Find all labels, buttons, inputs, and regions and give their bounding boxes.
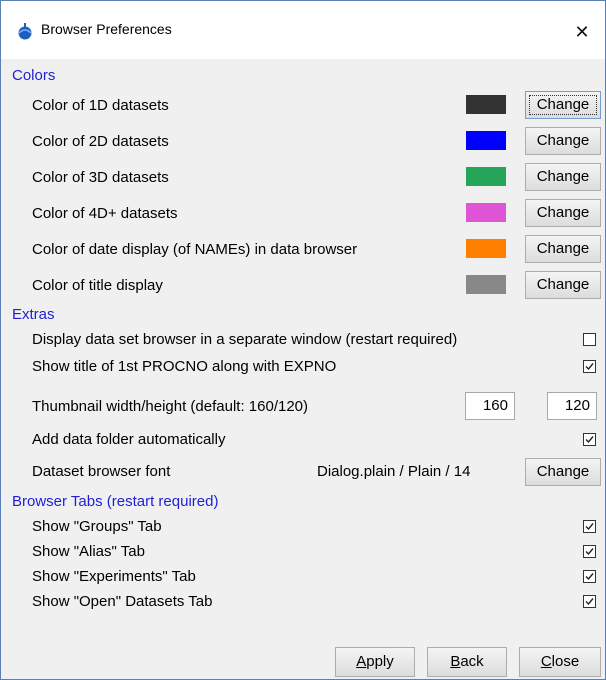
apply-button[interactable]: Apply — [335, 647, 415, 677]
browser-font-label: Dataset browser font — [32, 463, 171, 480]
groups-tab-checkbox[interactable] — [583, 520, 596, 533]
thumbnail-width-input[interactable]: 160 — [465, 392, 515, 420]
close-button[interactable]: Close — [519, 647, 601, 677]
add-folder-checkbox[interactable] — [583, 433, 596, 446]
color-2d-swatch — [466, 131, 506, 150]
browser-font-value: Dialog.plain / Plain / 14 — [317, 463, 471, 480]
back-mnemonic: B — [450, 653, 461, 670]
app-icon — [18, 23, 32, 40]
color-date-swatch — [466, 239, 506, 258]
title-bar: Browser Preferences ✕ — [1, 1, 605, 59]
alias-tab-checkbox[interactable] — [583, 545, 596, 558]
color-1d-label: Color of 1D datasets — [32, 97, 169, 114]
color-4d-swatch — [466, 203, 506, 222]
separate-window-checkbox[interactable] — [583, 333, 596, 346]
color-2d-label: Color of 2D datasets — [32, 133, 169, 150]
show-title-label: Show title of 1st PROCNO along with EXPN… — [32, 358, 337, 375]
change-1d-color-button[interactable]: Change — [525, 91, 601, 119]
color-3d-swatch — [466, 167, 506, 186]
change-date-color-button[interactable]: Change — [525, 235, 601, 263]
change-font-button[interactable]: Change — [525, 458, 601, 486]
close-label-rest: lose — [551, 653, 580, 670]
color-3d-label: Color of 3D datasets — [32, 169, 169, 186]
preferences-content: Colors Color of 1D datasets Change Color… — [1, 59, 605, 679]
close-icon[interactable]: ✕ — [559, 1, 605, 59]
preferences-dialog: Browser Preferences ✕ Colors Color of 1D… — [0, 0, 606, 680]
add-folder-label: Add data folder automatically — [32, 431, 226, 448]
focus-ring — [529, 95, 597, 115]
apply-label-rest: pply — [366, 653, 394, 670]
show-title-checkbox[interactable] — [583, 360, 596, 373]
color-1d-swatch — [466, 95, 506, 114]
color-4d-label: Color of 4D+ datasets — [32, 205, 178, 222]
change-title-color-button[interactable]: Change — [525, 271, 601, 299]
experiments-tab-label: Show "Experiments" Tab — [32, 568, 196, 585]
section-browser-tabs: Browser Tabs (restart required) — [12, 493, 219, 510]
change-2d-color-button[interactable]: Change — [525, 127, 601, 155]
window-title: Browser Preferences — [41, 21, 172, 37]
open-datasets-tab-label: Show "Open" Datasets Tab — [32, 593, 213, 610]
separate-window-label: Display data set browser in a separate w… — [32, 331, 458, 348]
color-date-label: Color of date display (of NAMEs) in data… — [32, 241, 358, 258]
experiments-tab-checkbox[interactable] — [583, 570, 596, 583]
alias-tab-label: Show "Alias" Tab — [32, 543, 145, 560]
back-label-rest: ack — [460, 653, 484, 670]
color-title-label: Color of title display — [32, 277, 163, 294]
thumbnail-height-input[interactable]: 120 — [547, 392, 597, 420]
change-4d-color-button[interactable]: Change — [525, 199, 601, 227]
color-title-swatch — [466, 275, 506, 294]
back-button[interactable]: Back — [427, 647, 507, 677]
thumbnail-label: Thumbnail width/height (default: 160/120… — [32, 398, 309, 415]
close-mnemonic: C — [540, 653, 552, 670]
section-colors: Colors — [12, 67, 56, 84]
open-datasets-tab-checkbox[interactable] — [583, 595, 596, 608]
change-3d-color-button[interactable]: Change — [525, 163, 601, 191]
section-extras: Extras — [12, 306, 55, 323]
groups-tab-label: Show "Groups" Tab — [32, 518, 162, 535]
apply-mnemonic: A — [356, 653, 367, 670]
